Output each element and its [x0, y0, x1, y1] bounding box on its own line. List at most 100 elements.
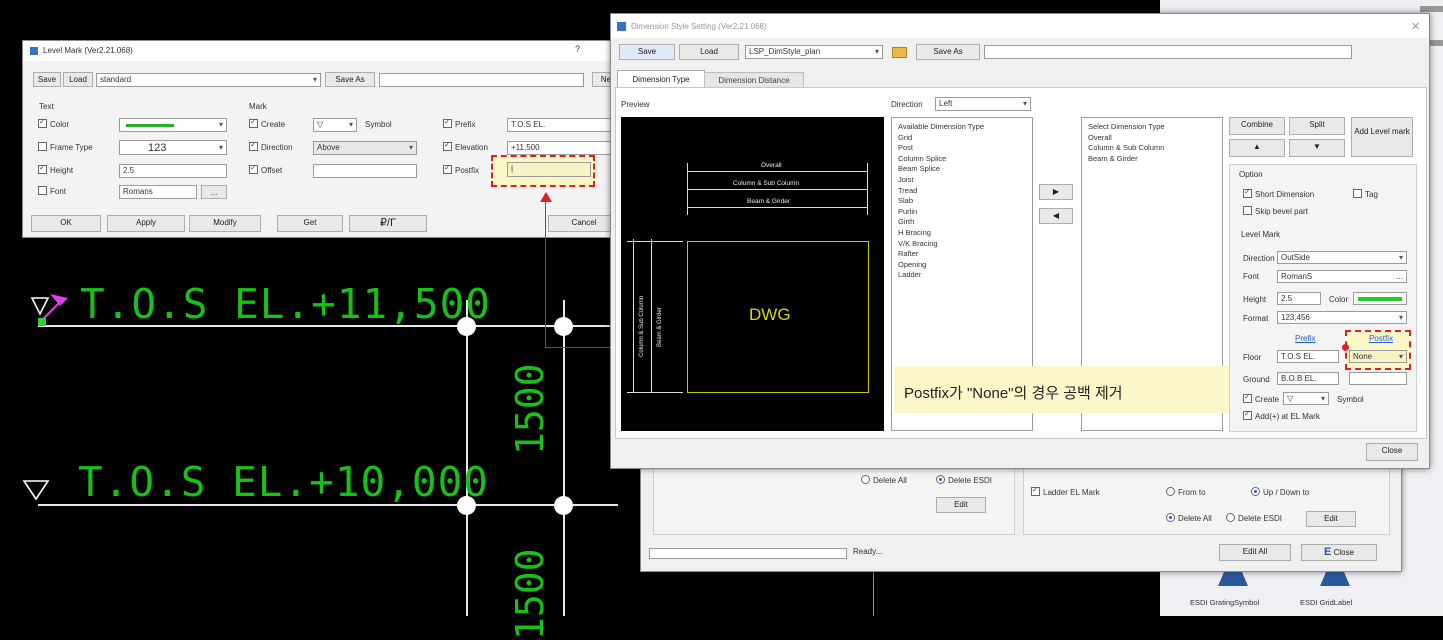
direction-select[interactable]: Left — [935, 97, 1031, 111]
list-item[interactable]: Opening — [898, 260, 1026, 271]
frame-type-checkbox[interactable]: Frame Type — [38, 142, 93, 152]
prefix-checkbox[interactable]: Prefix — [443, 117, 475, 129]
symbol-edit-button[interactable]: ₽/Γ — [349, 215, 427, 232]
ladder-el-mark-checkbox[interactable]: Ladder EL Mark — [1031, 485, 1100, 497]
move-left-button[interactable]: ◀ — [1039, 208, 1073, 224]
add-plus-checkbox[interactable]: Add(+) at EL Mark — [1243, 409, 1320, 421]
offset-field[interactable] — [313, 164, 417, 178]
list-item[interactable]: V/K Bracing — [898, 239, 1026, 250]
edit-button[interactable]: Edit — [936, 497, 986, 513]
move-up-button[interactable]: ▲ — [1229, 139, 1285, 157]
list-item[interactable]: Column & Sub Column — [1088, 143, 1216, 154]
font-browse-button[interactable]: ... — [201, 185, 227, 199]
preview-canvas: Overall Column & Sub Column Beam & Girde… — [621, 117, 884, 431]
lm-format-label: Format — [1243, 314, 1269, 323]
lm-format-select[interactable]: 123,456 — [1277, 311, 1407, 324]
close-button[interactable]: Close — [1366, 443, 1418, 461]
save-as-button[interactable]: Save As — [916, 44, 980, 60]
save-as-button[interactable]: Save As — [325, 72, 375, 87]
floor-prefix-field[interactable]: T.O.S EL. — [1277, 350, 1339, 363]
list-item[interactable]: H Bracing — [898, 228, 1026, 239]
list-item[interactable]: Post — [898, 143, 1026, 154]
close-icon[interactable]: ✕ — [1411, 20, 1420, 33]
save-button[interactable]: Save — [33, 72, 61, 87]
preview-label: Preview — [621, 100, 650, 109]
color-checkbox[interactable]: Color — [38, 117, 69, 129]
lm-color-swatch[interactable] — [1353, 292, 1407, 305]
list-item[interactable]: Purlin — [898, 207, 1026, 218]
combine-button[interactable]: Combine — [1229, 117, 1285, 135]
cad-level-text-2: T.O.S EL.+10,000 — [78, 458, 489, 506]
lm-height-field[interactable]: 2.5 — [1277, 292, 1321, 305]
help-icon[interactable]: ? — [575, 44, 580, 54]
list-item[interactable]: Girth — [898, 217, 1026, 228]
delete-esdi-radio[interactable]: Delete ESDI — [936, 475, 992, 485]
symbol-select[interactable]: ▽ — [313, 118, 357, 132]
create-checkbox[interactable]: Create — [249, 117, 285, 129]
direction-checkbox[interactable]: Direction — [249, 140, 293, 152]
ground-postfix-field[interactable] — [1349, 372, 1407, 385]
edit-all-button[interactable]: Edit All — [1219, 544, 1291, 561]
font-field[interactable]: Romans — [119, 185, 197, 199]
postfix-field[interactable]: | — [507, 162, 591, 177]
tag-checkbox[interactable]: Tag — [1353, 189, 1378, 199]
get-button[interactable]: Get — [277, 215, 343, 232]
close-button-back[interactable]: E Close — [1301, 544, 1377, 561]
delete-all-radio-2[interactable]: Delete All — [1166, 513, 1212, 523]
split-button[interactable]: Split — [1289, 117, 1345, 135]
list-item[interactable]: Tread — [898, 186, 1026, 197]
up-down-to-radio[interactable]: Up / Down to — [1251, 487, 1309, 497]
load-button[interactable]: Load — [63, 72, 93, 87]
frame-type-select[interactable]: 123 — [119, 140, 227, 155]
list-item[interactable]: Joist — [898, 175, 1026, 186]
prefix-field[interactable]: T.O.S EL. — [507, 118, 621, 132]
font-checkbox[interactable]: Font — [38, 186, 66, 196]
lm-font-field[interactable]: RomanS... — [1277, 270, 1407, 283]
list-item[interactable]: Overall — [1088, 133, 1216, 144]
move-right-button[interactable]: ▶ — [1039, 184, 1073, 200]
edit-button-2[interactable]: Edit — [1306, 511, 1356, 527]
apply-button[interactable]: Apply — [107, 215, 185, 232]
style-select[interactable]: standard — [96, 73, 321, 87]
move-down-button[interactable]: ▼ — [1289, 139, 1345, 157]
add-level-mark-button[interactable]: Add Level mark — [1351, 117, 1413, 157]
modify-button[interactable]: Modify — [189, 215, 261, 232]
ok-button[interactable]: OK — [31, 215, 101, 232]
color-select[interactable] — [119, 118, 227, 132]
cad-level-text-1: T.O.S EL.+11,500 — [80, 280, 491, 328]
list-item[interactable]: Column Splice — [898, 154, 1026, 165]
create-symbol-select[interactable]: ▽ — [1283, 392, 1329, 405]
list-item[interactable]: Rafter — [898, 249, 1026, 260]
height-checkbox[interactable]: Height — [38, 163, 73, 175]
elevation-field[interactable]: +11,500 — [507, 141, 621, 155]
list-item[interactable]: Grid — [898, 133, 1026, 144]
postfix-checkbox[interactable]: Postfix — [443, 163, 479, 175]
list-item[interactable]: Beam & Girder — [1088, 154, 1216, 165]
short-dimension-checkbox[interactable]: Short Dimension — [1243, 187, 1314, 199]
folder-icon[interactable] — [892, 47, 907, 58]
height-field[interactable]: 2.5 — [119, 164, 227, 178]
save-as-field[interactable] — [984, 45, 1352, 59]
from-to-radio[interactable]: From to — [1166, 487, 1206, 497]
style-select[interactable]: LSP_DimStyle_plan — [745, 45, 883, 59]
elevation-checkbox[interactable]: Elevation — [443, 140, 488, 152]
cad-node — [554, 496, 573, 515]
ground-label: Ground — [1243, 375, 1270, 384]
save-as-field[interactable] — [379, 73, 584, 87]
delete-all-radio[interactable]: Delete All — [861, 475, 907, 485]
load-button[interactable]: Load — [679, 44, 739, 60]
list-item[interactable]: Slab — [898, 196, 1026, 207]
offset-checkbox[interactable]: Offset — [249, 163, 282, 175]
floor-postfix-select[interactable]: None — [1349, 350, 1407, 363]
direction-select[interactable]: Above — [313, 141, 417, 155]
list-item[interactable]: Beam Splice — [898, 164, 1026, 175]
skip-bevel-checkbox[interactable]: Skip bevel part — [1243, 206, 1308, 216]
create-checkbox[interactable]: Create — [1243, 392, 1279, 404]
lm-direction-select[interactable]: OutSide — [1277, 251, 1407, 264]
ground-prefix-field[interactable]: B.O.B EL. — [1277, 372, 1339, 385]
delete-esdi-radio-2[interactable]: Delete ESDI — [1226, 513, 1282, 523]
list-item[interactable]: Ladder — [898, 270, 1026, 281]
tab-dimension-type[interactable]: Dimension Type — [617, 70, 705, 88]
lm-font-browse[interactable]: ... — [1396, 271, 1403, 282]
save-button[interactable]: Save — [619, 44, 675, 60]
